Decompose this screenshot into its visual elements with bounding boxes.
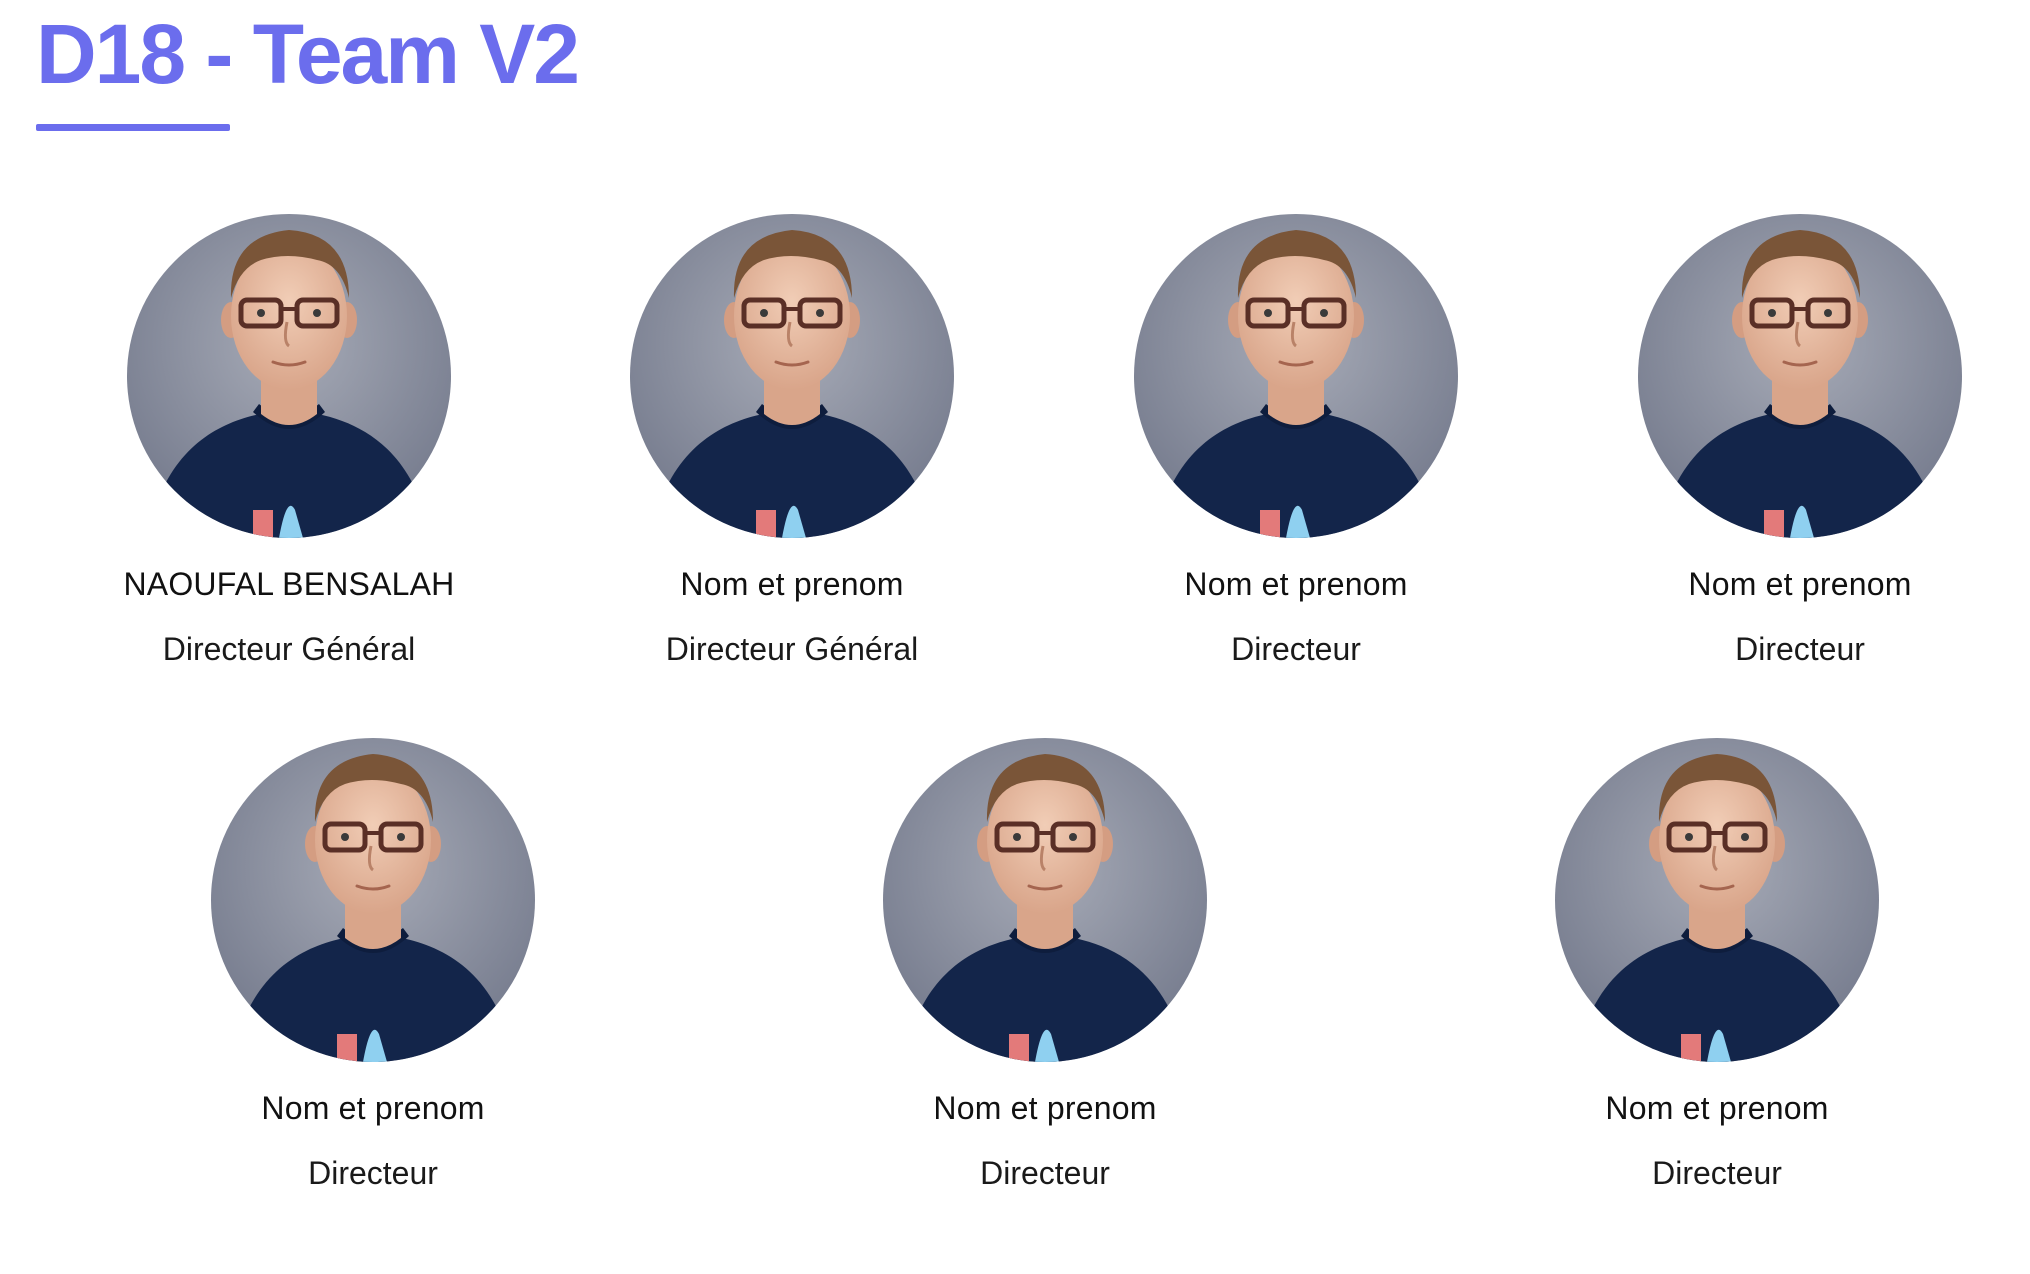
page-title: D18 - Team V2 — [36, 7, 580, 101]
member-role: Directeur — [1735, 631, 1865, 667]
team-page: D18 - Team V2 NAOUFAL BENSALAH Directeur… — [0, 0, 2030, 1274]
title-underline — [36, 124, 230, 131]
member-name: Nom et prenom — [1688, 566, 1912, 602]
member-role: Directeur — [980, 1155, 1110, 1191]
member-role: Directeur Général — [162, 631, 416, 667]
member-role: Directeur — [308, 1155, 438, 1191]
member-photo — [127, 214, 451, 538]
team-member-card: Nom et prenom Directeur — [1066, 214, 1526, 669]
team-member-card: Nom et prenom Directeur — [143, 738, 603, 1193]
member-photo — [1134, 214, 1458, 538]
member-photo — [1555, 738, 1879, 1062]
member-name: Nom et prenom — [680, 566, 904, 602]
member-photo — [211, 738, 535, 1062]
member-name: Nom et prenom — [1184, 566, 1408, 602]
member-role: Directeur Général — [665, 631, 919, 667]
team-member-card: Nom et prenom Directeur Général — [562, 214, 1022, 669]
member-name: NAOUFAL BENSALAH — [123, 566, 455, 602]
member-photo — [630, 214, 954, 538]
member-name: Nom et prenom — [261, 1090, 485, 1126]
team-member-card: Nom et prenom Directeur — [1570, 214, 2030, 669]
member-name: Nom et prenom — [933, 1090, 1157, 1126]
member-role: Directeur — [1652, 1155, 1782, 1191]
member-photo — [1638, 214, 1962, 538]
team-member-card: Nom et prenom Directeur — [1487, 738, 1947, 1193]
member-photo — [883, 738, 1207, 1062]
member-name: Nom et prenom — [1605, 1090, 1829, 1126]
member-role: Directeur — [1231, 631, 1361, 667]
team-member-card: NAOUFAL BENSALAH Directeur Général — [59, 214, 519, 669]
team-member-card: Nom et prenom Directeur — [815, 738, 1275, 1193]
